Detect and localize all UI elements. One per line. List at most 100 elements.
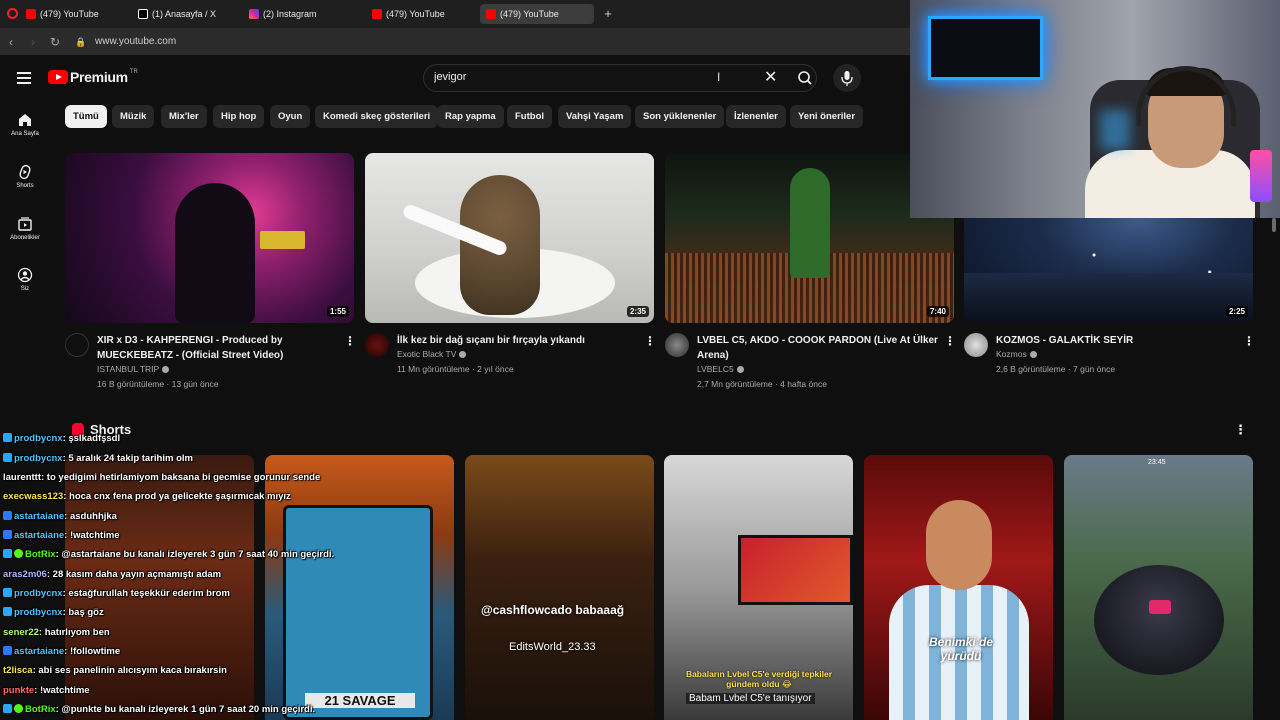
browser-tab-1[interactable]: (1) Anasayfa / X: [132, 4, 222, 24]
video-thumbnail[interactable]: 2:35: [365, 153, 654, 323]
video-title[interactable]: LVBEL C5, AKDO - COOOK PARDON (Live At Ü…: [697, 333, 942, 363]
chat-message: t2lisca: abi ses panelinin alıcısyım kac…: [3, 665, 227, 676]
search-button[interactable]: [791, 64, 819, 92]
chip-new-to-you[interactable]: Yeni öneriler: [790, 105, 864, 128]
sidebar-item-subscriptions[interactable]: Abonelikler: [0, 216, 50, 241]
chip-wildlife[interactable]: Vahşi Yaşam: [558, 105, 632, 128]
chat-badge-icon: [3, 453, 12, 462]
chip-all[interactable]: Tümü: [65, 105, 107, 128]
youtube-header: Premium TR I ✕: [0, 56, 910, 100]
browser-tab-4[interactable]: (479) YouTube: [480, 4, 594, 24]
short-caption: Benimki de yürüdü: [928, 635, 994, 663]
chip-football[interactable]: Futbol: [507, 105, 553, 128]
short-caption: 21 SAVAGE: [305, 693, 415, 708]
chip-comedy-sketches[interactable]: Komedi skeç gösterileri: [315, 105, 439, 128]
video-meta: 2,6 B görüntüleme · 7 gün önce: [996, 364, 1116, 374]
chip-mixes[interactable]: Mix'ler: [161, 105, 207, 128]
tv-screen: [738, 535, 853, 605]
verified-icon: [736, 366, 744, 374]
funko-box: [283, 505, 433, 720]
short-robot: [1094, 565, 1224, 675]
more-options-icon[interactable]: ⋮: [644, 334, 656, 348]
youtube-favicon-icon: [486, 9, 496, 19]
blue-light: [1100, 110, 1130, 150]
youtube-favicon-icon: [26, 9, 36, 19]
more-options-icon[interactable]: ⋮: [344, 334, 356, 348]
sidebar-item-you[interactable]: Siz: [0, 267, 50, 292]
chat-message: execwass123: hoca cnx fena prod ya gelic…: [3, 491, 291, 502]
short-caption: @cashflowcado babaaağ: [481, 603, 625, 617]
verified-icon: [459, 351, 467, 359]
channel-name[interactable]: Kozmos: [996, 349, 1037, 359]
chat-badge-icon: [3, 607, 12, 616]
reload-icon[interactable]: ↻: [48, 35, 62, 49]
youtube-favicon-icon: [372, 9, 382, 19]
chat-badge-icon: [3, 646, 12, 655]
chat-message: laurenttt: to yedigimi hetirlamiyom baks…: [3, 472, 321, 483]
chat-message: prodbycnx: estağfurullah teşekkür ederim…: [3, 588, 230, 602]
verified-icon: [162, 366, 170, 374]
short-card[interactable]: 23:45: [1064, 455, 1253, 720]
video-meta: 2,7 Mn görüntüleme · 4 hafta önce: [697, 379, 827, 389]
browser-tab-2[interactable]: (2) Instagram: [243, 4, 323, 24]
opera-logo-icon[interactable]: [7, 8, 18, 19]
chip-hiphop[interactable]: Hip hop: [213, 105, 265, 128]
microphone-icon: [841, 71, 853, 86]
video-thumbnail[interactable]: 1:55: [65, 153, 354, 323]
webcam-overlay: [910, 0, 1280, 218]
voice-search-button[interactable]: [833, 64, 861, 92]
neon-frame: [928, 16, 1043, 80]
channel-avatar[interactable]: [665, 333, 689, 357]
you-icon: [17, 267, 33, 283]
youtube-play-logo-icon: [48, 70, 68, 84]
forward-arrow-icon[interactable]: ›: [26, 35, 40, 49]
page-scrollbar[interactable]: [1272, 218, 1276, 232]
url-field[interactable]: www.youtube.com: [95, 36, 176, 47]
chat-message: sener22: hatırlıyom ben: [3, 627, 110, 638]
thumbnail-ground: [964, 273, 1253, 323]
subscriptions-icon: [18, 217, 32, 231]
video-title[interactable]: İlk kez bir dağ sıçanı bir fırçayla yıka…: [397, 333, 642, 348]
short-card[interactable]: @cashflowcado babaaağ EditsWorld_23.33: [465, 455, 654, 720]
more-options-icon[interactable]: ⋮: [944, 334, 956, 348]
channel-avatar[interactable]: [964, 333, 988, 357]
video-title[interactable]: KOZMOS - GALAKTİK SEYİR: [996, 333, 1241, 348]
chat-message: prodbycnx: şslkadfşsdl: [3, 433, 120, 447]
chip-gaming[interactable]: Oyun: [270, 105, 311, 128]
menu-hamburger-icon[interactable]: [17, 72, 31, 84]
short-robot-eye: [1149, 600, 1171, 614]
search-input[interactable]: [434, 71, 714, 83]
browser-tab-0[interactable]: (479) YouTube: [20, 4, 105, 24]
video-card[interactable]: 1:55 XIR x D3 - KAHPERENGI - Produced by…: [65, 153, 356, 393]
chip-rapping[interactable]: Rap yapma: [437, 105, 504, 128]
chip-watched[interactable]: İzlenenler: [726, 105, 786, 128]
home-icon: [19, 114, 31, 126]
channel-name[interactable]: ISTANBUL TRIP: [97, 364, 170, 374]
channel-avatar[interactable]: [65, 333, 89, 357]
short-card[interactable]: Babaların Lvbel C5'e verdiği tepkiler gü…: [664, 455, 853, 720]
sidebar-item-shorts[interactable]: Shorts: [0, 164, 50, 189]
sidebar-item-home[interactable]: Ana Sayfa: [0, 112, 50, 137]
chip-music[interactable]: Müzik: [112, 105, 155, 128]
shorts-more-options-icon[interactable]: ⋮: [1234, 422, 1247, 438]
channel-name[interactable]: LVBELC5: [697, 364, 744, 374]
new-tab-plus-icon[interactable]: +: [601, 7, 615, 21]
more-options-icon[interactable]: ⋮: [1243, 334, 1255, 348]
browser-tab-3[interactable]: (479) YouTube: [366, 4, 451, 24]
chat-badge-icon: [3, 433, 12, 442]
instagram-favicon-icon: [249, 9, 259, 19]
thumbnail-figure: [175, 183, 255, 323]
channel-name[interactable]: Exotic Black TV: [397, 349, 467, 359]
video-title[interactable]: XIR x D3 - KAHPERENGI - Produced by MUEC…: [97, 333, 342, 363]
short-card[interactable]: 21 SAVAGE: [265, 455, 454, 720]
thumbnail-sign: [260, 231, 305, 249]
video-card[interactable]: 2:35 İlk kez bir dağ sıçanı bir fırçayla…: [365, 153, 656, 393]
chip-recently-uploaded[interactable]: Son yüklenenler: [635, 105, 725, 128]
short-card[interactable]: Benimki de yürüdü: [864, 455, 1053, 720]
youtube-premium-logo[interactable]: Premium TR: [48, 69, 138, 85]
chat-message: aras2m06: 28 kasım daha yayın açmamıştı …: [3, 569, 222, 580]
channel-avatar[interactable]: [365, 333, 389, 357]
chat-message: astartaiane: !followtime: [3, 646, 120, 660]
back-arrow-icon[interactable]: ‹: [4, 35, 18, 49]
clear-search-icon[interactable]: ✕: [764, 69, 777, 87]
